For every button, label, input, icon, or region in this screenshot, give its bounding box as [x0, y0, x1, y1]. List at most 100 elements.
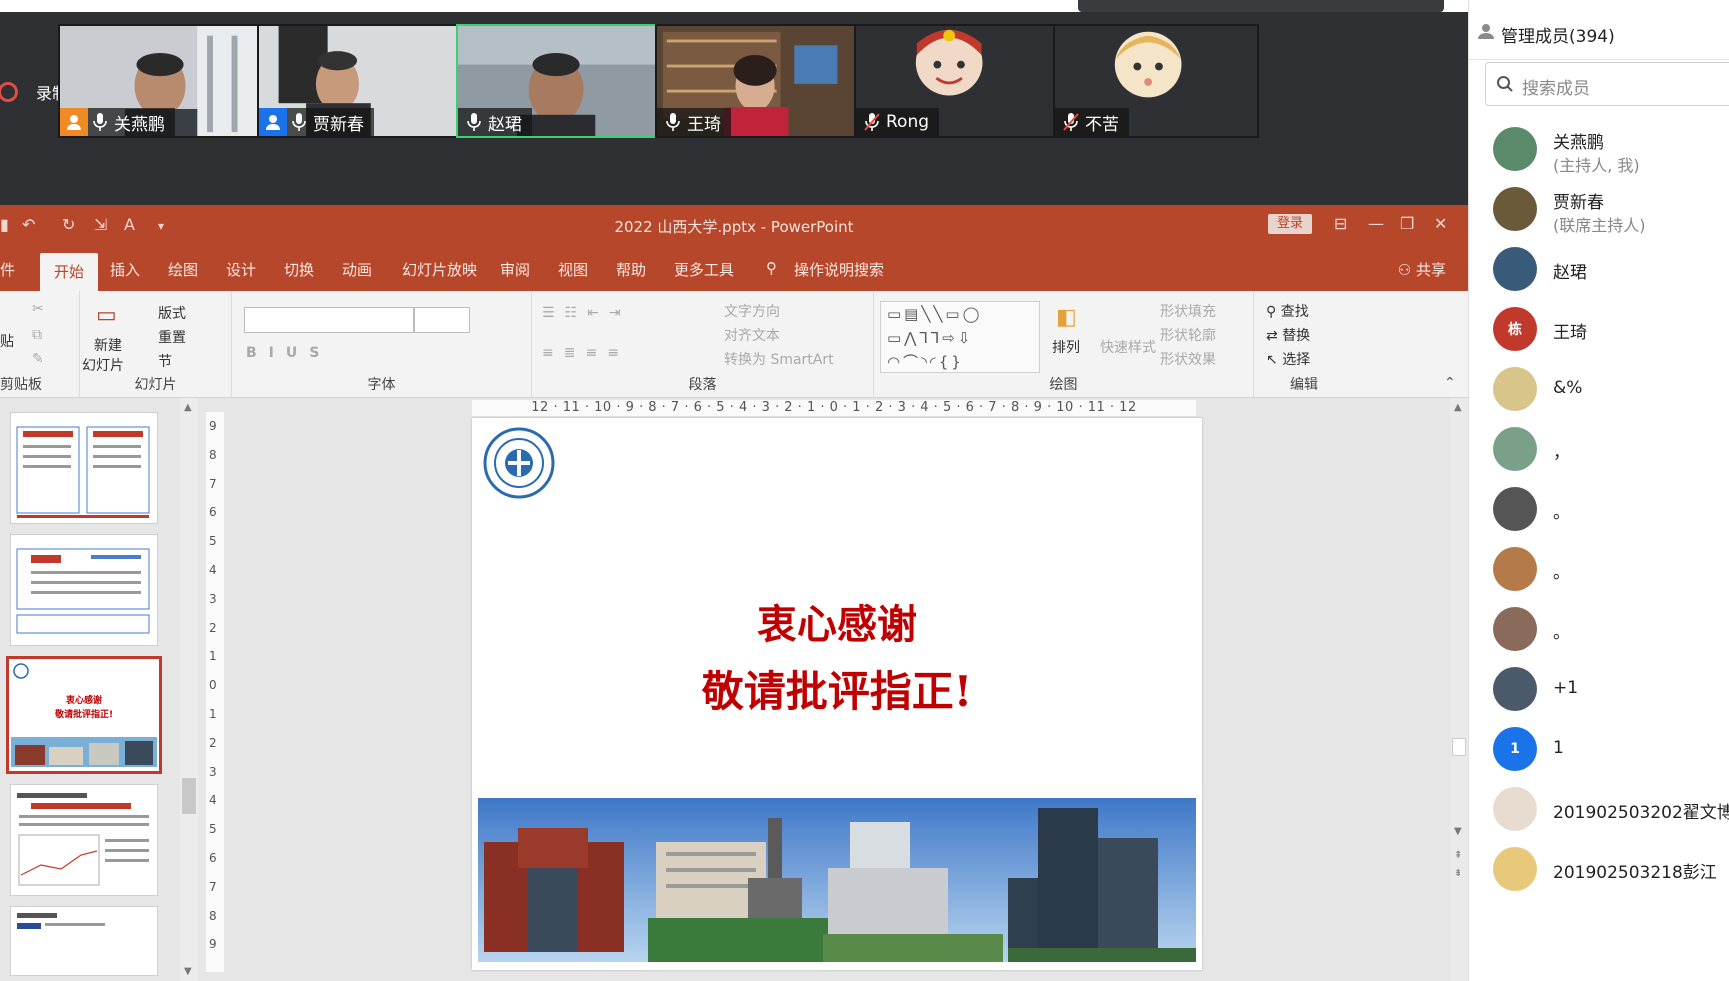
tab-file[interactable]: 件 [0, 259, 15, 280]
video-tile[interactable]: 关燕鹏 [58, 24, 264, 138]
select-button[interactable]: ↖ 选择 [1266, 349, 1310, 369]
member-row[interactable]: 贾新春 (联席主持人) [1469, 176, 1729, 242]
previous-slide-icon[interactable]: ⇞ [1454, 850, 1462, 861]
microphone-icon[interactable] [88, 108, 112, 136]
tab-slideshow[interactable]: 幻灯片放映 [402, 259, 477, 280]
close-icon[interactable]: ✕ [1434, 214, 1447, 233]
microphone-muted-icon[interactable] [860, 108, 884, 136]
microphone-icon[interactable] [287, 108, 311, 136]
member-search-input[interactable]: 搜索成员 [1485, 62, 1729, 106]
slide-thumbnail[interactable] [10, 784, 158, 896]
restore-icon[interactable]: ❐ [1400, 214, 1414, 233]
slide-canvas[interactable]: 衷心感谢 敬请批评指正! [472, 418, 1202, 970]
shape-outline-button[interactable]: 形状轮廓 [1160, 325, 1216, 345]
reset-button[interactable]: 重置 [158, 327, 186, 347]
tab-transitions[interactable]: 切换 [284, 259, 314, 280]
member-row[interactable]: &% [1469, 356, 1729, 422]
section-button[interactable]: 节 [158, 351, 172, 371]
minimize-icon[interactable]: — [1368, 214, 1384, 233]
microphone-icon[interactable] [661, 108, 685, 136]
format-painter-icon[interactable]: ✎ [32, 351, 44, 367]
replace-button[interactable]: ⇄ 替换 [1266, 325, 1310, 345]
thumbnail-scrollbar[interactable]: ▲ ▼ [180, 398, 198, 981]
video-tile[interactable]: Rong [854, 24, 1060, 138]
tab-more-tools[interactable]: 更多工具 [674, 259, 734, 280]
tile-name-bar: 赵珺 [458, 108, 532, 136]
align-icons[interactable]: ≡≣≡≡ [542, 345, 629, 361]
arrange-button[interactable]: 排列 [1052, 337, 1080, 357]
tell-me-search[interactable]: 操作说明搜索 [794, 259, 884, 280]
member-row[interactable]: 11 [1469, 716, 1729, 782]
member-row[interactable]: 栋 王琦 [1469, 296, 1729, 362]
member-name: 1 [1553, 738, 1564, 758]
avatar [1493, 607, 1537, 651]
arrange-icon[interactable]: ◧ [1056, 305, 1077, 330]
text-direction-button[interactable]: 文字方向 [724, 301, 780, 321]
tab-insert[interactable]: 插入 [110, 259, 140, 280]
new-slide-button[interactable]: 新建 [94, 335, 122, 355]
font-size-input[interactable] [414, 307, 470, 333]
new-slide-icon[interactable]: ▭ [96, 303, 117, 328]
member-name: 201902503202翟文博 [1553, 803, 1729, 823]
share-button[interactable]: ⚇ 共享 [1398, 259, 1446, 280]
video-tile[interactable]: 不苦 [1053, 24, 1259, 138]
shape-effects-button[interactable]: 形状效果 [1160, 349, 1216, 369]
member-row[interactable]: 关燕鹏 (主持人, 我) [1469, 116, 1729, 182]
login-button[interactable]: 登录 [1268, 214, 1312, 234]
paste-button[interactable]: 贴 [0, 331, 14, 351]
scroll-down-icon[interactable]: ▼ [184, 966, 192, 977]
shape-fill-button[interactable]: 形状填充 [1160, 301, 1216, 321]
collapse-ribbon-icon[interactable]: ⌃ [1444, 375, 1456, 391]
tab-draw[interactable]: 绘图 [168, 259, 198, 280]
member-row[interactable]: ， [1469, 416, 1729, 482]
tab-design[interactable]: 设计 [226, 259, 256, 280]
tab-help[interactable]: 帮助 [616, 259, 646, 280]
align-text-button[interactable]: 对齐文本 [724, 325, 780, 345]
video-tile[interactable]: 王琦 [655, 24, 861, 138]
shapes-gallery[interactable]: ▭▤╲╲▭◯ ▭⋀⅂⅂⇨⇩ ◠⌒◝◜{} [880, 301, 1040, 373]
tab-animations[interactable]: 动画 [342, 259, 372, 280]
scroll-thumb[interactable] [1452, 738, 1466, 756]
tab-review[interactable]: 审阅 [500, 259, 530, 280]
font-format-icons[interactable]: BIUS [246, 345, 331, 361]
slide-thumbnail[interactable] [10, 906, 158, 976]
find-button[interactable]: ⚲ 查找 [1266, 301, 1309, 321]
slide-thumbnail[interactable] [10, 534, 158, 646]
microphone-muted-icon[interactable] [1059, 108, 1083, 136]
slide-thumbnail[interactable] [10, 412, 158, 524]
group-label: 绘图 [1049, 377, 1078, 393]
group-label: 段落 [688, 377, 717, 393]
meeting-toolbar-tab[interactable] [1078, 0, 1444, 12]
slide-vertical-scrollbar[interactable]: ▲ ▼ ⇞ ⇟ [1450, 398, 1468, 981]
list-icons[interactable]: ☰☷⇤⇥ [542, 305, 631, 321]
member-row[interactable]: 。 [1469, 476, 1729, 542]
ruler-tick-label: 6 [209, 505, 217, 520]
ribbon-display-icon[interactable]: ⊟ [1334, 214, 1347, 233]
video-tile-active-speaker[interactable]: 赵珺 [456, 24, 662, 138]
smartart-button[interactable]: 转换为 SmartArt [724, 349, 834, 369]
vertical-ruler-ticks: 9 8 7 6 5 4 3 2 1 0 1 2 3 4 5 6 7 8 9 [209, 412, 221, 959]
quick-styles-button[interactable]: 快速样式 [1100, 337, 1156, 357]
tab-home[interactable]: 开始 [40, 253, 99, 291]
layout-button[interactable]: 版式 [158, 303, 186, 323]
microphone-icon[interactable] [462, 108, 486, 136]
cut-icon[interactable]: ✂ [32, 301, 44, 317]
member-row[interactable]: 。 [1469, 596, 1729, 662]
slide-thumbnail-selected[interactable]: 衷心感谢 敬请批评指正! [6, 656, 162, 774]
font-name-input[interactable] [244, 307, 414, 333]
member-row[interactable]: 。 [1469, 536, 1729, 602]
ruler-tick-label: 7 [209, 476, 217, 491]
scroll-down-icon[interactable]: ▼ [1454, 826, 1462, 837]
member-row[interactable]: 201902503202翟文博 [1469, 776, 1729, 842]
next-slide-icon[interactable]: ⇟ [1454, 868, 1462, 879]
member-row[interactable]: 赵珺 [1469, 236, 1729, 302]
tab-view[interactable]: 视图 [558, 259, 588, 280]
scroll-thumb[interactable] [182, 778, 196, 814]
scroll-up-icon[interactable]: ▲ [184, 402, 192, 413]
copy-icon[interactable]: ⧉ [32, 327, 42, 343]
avatar [1493, 547, 1537, 591]
member-row[interactable]: +1 [1469, 656, 1729, 722]
scroll-up-icon[interactable]: ▲ [1454, 402, 1462, 413]
member-row[interactable]: 201902503218彭江 [1469, 836, 1729, 902]
video-tile[interactable]: 贾新春 [257, 24, 463, 138]
